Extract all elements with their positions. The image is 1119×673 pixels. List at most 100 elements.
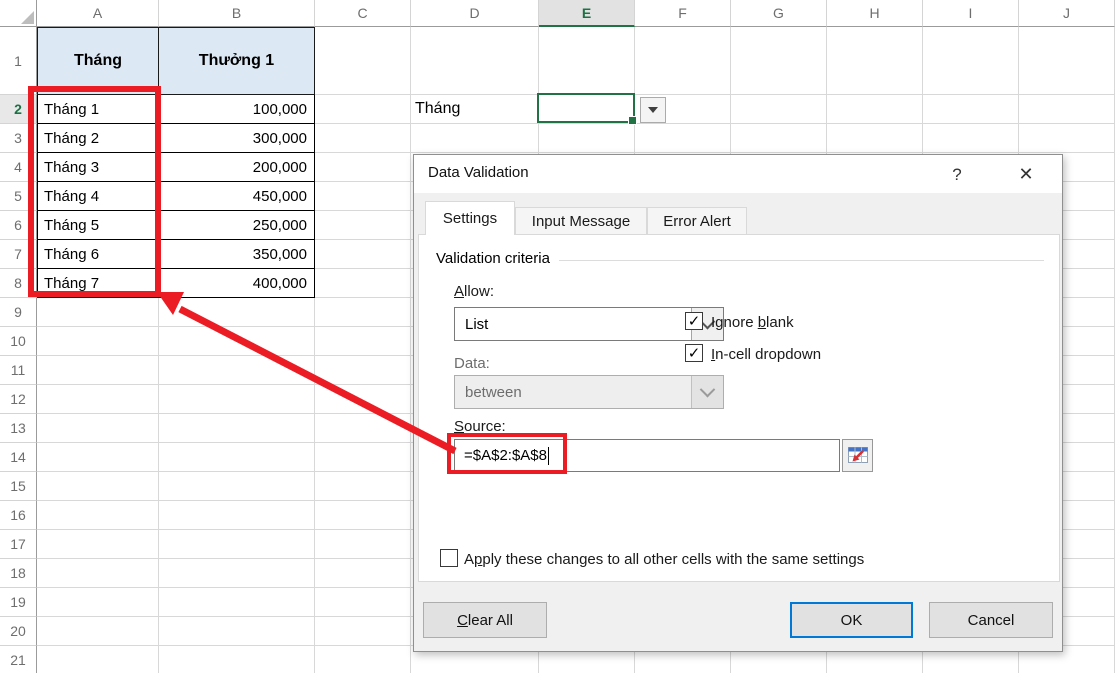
cell-B18[interactable] [159,559,315,588]
allow-dropdown[interactable]: List [454,307,724,341]
cell-C4[interactable] [315,153,411,182]
apply-all-checkbox[interactable] [440,549,458,567]
row-header-8[interactable]: 8 [0,269,37,298]
cell-I3[interactable] [923,124,1019,153]
row-header-1[interactable]: 1 [0,27,37,95]
column-header-C[interactable]: C [315,0,411,27]
column-header-E[interactable]: E [539,0,635,27]
cell-E1[interactable] [539,27,635,95]
cell-C2[interactable] [315,95,411,124]
row-header-21[interactable]: 21 [0,646,37,673]
cell-C3[interactable] [315,124,411,153]
row-header-10[interactable]: 10 [0,327,37,356]
help-icon[interactable]: ? [943,161,971,188]
column-header-D[interactable]: D [411,0,539,27]
row-header-14[interactable]: 14 [0,443,37,472]
ok-button[interactable]: OK [790,602,913,638]
cell-C12[interactable] [315,385,411,414]
column-header-J[interactable]: J [1019,0,1115,27]
cell-A10[interactable] [37,327,159,356]
range-picker-button[interactable] [842,439,873,472]
cell-H3[interactable] [827,124,923,153]
cell-C14[interactable] [315,443,411,472]
cell-B7[interactable]: 350,000 [159,240,315,269]
cell-A12[interactable] [37,385,159,414]
column-header-G[interactable]: G [731,0,827,27]
row-header-6[interactable]: 6 [0,211,37,240]
cell-C11[interactable] [315,356,411,385]
cell-A5[interactable]: Tháng 4 [37,182,159,211]
cell-B8[interactable]: 400,000 [159,269,315,298]
cell-B19[interactable] [159,588,315,617]
cell-A11[interactable] [37,356,159,385]
cell-A2[interactable]: Tháng 1 [37,95,159,124]
cell-J1[interactable] [1019,27,1115,95]
tab-input-message[interactable]: Input Message [515,207,647,235]
cell-B10[interactable] [159,327,315,356]
row-header-7[interactable]: 7 [0,240,37,269]
cell-C13[interactable] [315,414,411,443]
cell-B13[interactable] [159,414,315,443]
cell-B17[interactable] [159,530,315,559]
tab-settings[interactable]: Settings [425,201,515,235]
cell-D1[interactable] [411,27,539,95]
cell-C16[interactable] [315,501,411,530]
column-header-I[interactable]: I [923,0,1019,27]
column-header-F[interactable]: F [635,0,731,27]
cell-B15[interactable] [159,472,315,501]
ignore-blank-checkbox[interactable]: ✓ [685,312,703,330]
row-header-13[interactable]: 13 [0,414,37,443]
cell-B4[interactable]: 200,000 [159,153,315,182]
row-header-5[interactable]: 5 [0,182,37,211]
cell-B9[interactable] [159,298,315,327]
close-icon[interactable]: ✕ [1012,161,1040,188]
cell-C10[interactable] [315,327,411,356]
cell-G1[interactable] [731,27,827,95]
cell-A1[interactable]: Tháng [37,27,159,95]
cell-H2[interactable] [827,95,923,124]
row-header-18[interactable]: 18 [0,559,37,588]
cell-A7[interactable]: Tháng 6 [37,240,159,269]
cell-A17[interactable] [37,530,159,559]
cell-I1[interactable] [923,27,1019,95]
source-input[interactable]: =$A$2:$A$8 [454,439,840,472]
cell-B1[interactable]: Thưởng 1 [159,27,315,95]
cell-F3[interactable] [635,124,731,153]
cancel-button[interactable]: Cancel [929,602,1053,638]
cell-B14[interactable] [159,443,315,472]
cell-F1[interactable] [635,27,731,95]
row-header-15[interactable]: 15 [0,472,37,501]
cell-C7[interactable] [315,240,411,269]
column-header-H[interactable]: H [827,0,923,27]
row-header-20[interactable]: 20 [0,617,37,646]
tab-error-alert[interactable]: Error Alert [647,207,747,235]
row-header-12[interactable]: 12 [0,385,37,414]
cell-C8[interactable] [315,269,411,298]
row-header-2[interactable]: 2 [0,95,37,124]
cell-G3[interactable] [731,124,827,153]
in-cell-dropdown-button[interactable] [640,97,666,123]
cell-B20[interactable] [159,617,315,646]
column-header-B[interactable]: B [159,0,315,27]
cell-C18[interactable] [315,559,411,588]
cell-E3[interactable] [539,124,635,153]
cell-A14[interactable] [37,443,159,472]
cell-C9[interactable] [315,298,411,327]
cell-A16[interactable] [37,501,159,530]
cell-B5[interactable]: 450,000 [159,182,315,211]
cell-A18[interactable] [37,559,159,588]
dialog-titlebar[interactable]: Data Validation ? ✕ [414,155,1062,193]
row-header-11[interactable]: 11 [0,356,37,385]
fill-handle[interactable] [628,116,637,125]
cell-D3[interactable] [411,124,539,153]
cell-B2[interactable]: 100,000 [159,95,315,124]
row-header-9[interactable]: 9 [0,298,37,327]
cell-A4[interactable]: Tháng 3 [37,153,159,182]
cell-B21[interactable] [159,646,315,673]
cell-C17[interactable] [315,530,411,559]
cell-G2[interactable] [731,95,827,124]
cell-C19[interactable] [315,588,411,617]
cell-B3[interactable]: 300,000 [159,124,315,153]
cell-I2[interactable] [923,95,1019,124]
cell-A13[interactable] [37,414,159,443]
